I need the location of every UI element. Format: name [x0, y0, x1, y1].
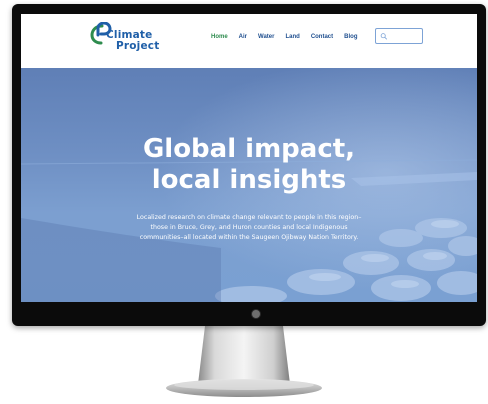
nav-contact[interactable]: Contact — [311, 34, 333, 40]
stand-neck — [198, 326, 290, 384]
nav-air[interactable]: Air — [239, 34, 247, 40]
nav-blog[interactable]: Blog — [344, 34, 357, 40]
nav-home[interactable]: Home — [211, 34, 228, 40]
search-box[interactable] — [375, 28, 423, 44]
main-nav: Home Air Water Land Contact Blog — [211, 34, 358, 40]
hero-section: Global impact, local insights Localized … — [21, 68, 477, 302]
logo[interactable]: Climate Project — [89, 20, 181, 64]
hero-title: Global impact, local insights — [21, 134, 477, 196]
camera-dot-icon — [251, 309, 261, 319]
monitor-bezel: Climate Project Home Air Water Land Cont… — [12, 4, 486, 326]
logo-line2: Project — [116, 40, 160, 52]
hero-title-line1: Global impact, — [142, 134, 356, 164]
site-header: Climate Project Home Air Water Land Cont… — [21, 14, 477, 68]
screen: Climate Project Home Air Water Land Cont… — [21, 14, 477, 302]
hero-title-line2: local insights — [151, 165, 347, 195]
stand-base — [166, 379, 322, 397]
nav-land[interactable]: Land — [285, 34, 299, 40]
nav-water[interactable]: Water — [258, 34, 274, 40]
search-icon — [380, 32, 388, 40]
stage: Climate Project Home Air Water Land Cont… — [0, 0, 488, 404]
search-input[interactable] — [388, 31, 422, 41]
logo-text: Climate Project — [106, 30, 159, 52]
hero-description: Localized research on climate change rel… — [136, 214, 362, 241]
